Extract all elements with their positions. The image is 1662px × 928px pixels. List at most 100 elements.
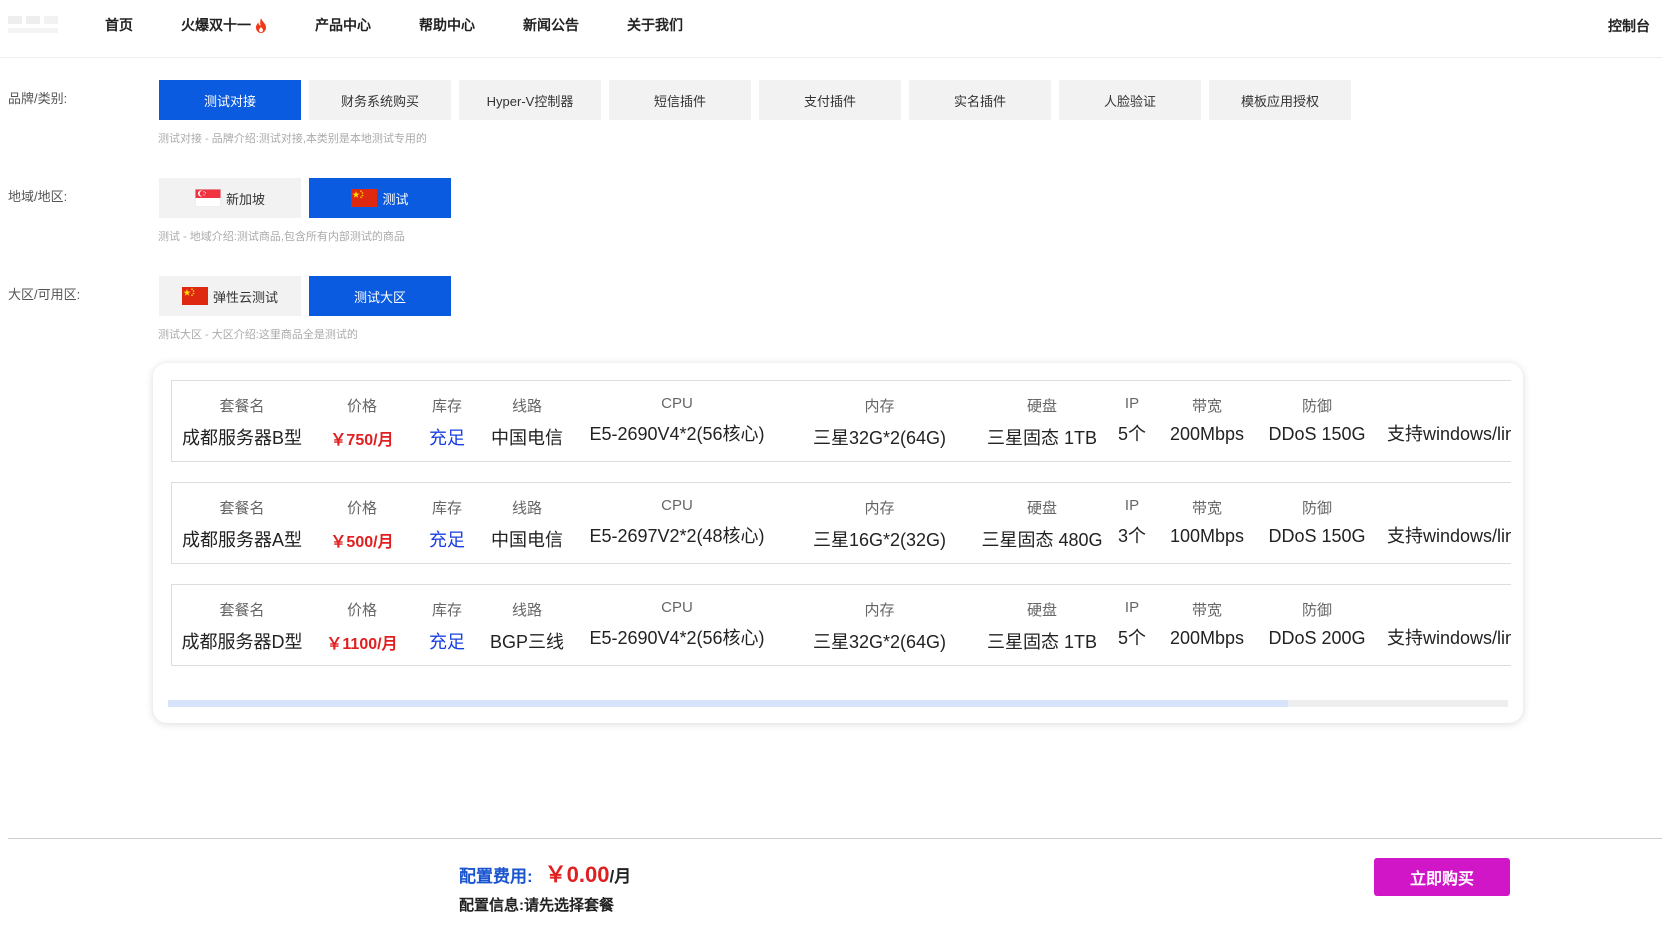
col-header: IP: [1124, 395, 1140, 412]
plan-stock: 充足: [429, 530, 465, 550]
nav-item-double-eleven[interactable]: 火爆双十一: [181, 15, 267, 35]
plan-ram: 三星32G*2(64G): [812, 632, 947, 652]
plan-stock: 充足: [429, 632, 465, 652]
nav-item-home[interactable]: 首页: [105, 15, 133, 35]
plan-cpu: E5-2697V2*2(48核心): [589, 526, 765, 546]
plan-col-os: 支持windows/linux: [1387, 585, 1511, 665]
nav-item-news[interactable]: 新闻公告: [523, 15, 579, 35]
col-header: 价格: [346, 398, 377, 415]
plan-ram: 三星16G*2(32G): [812, 530, 947, 550]
plan-ip: 3个: [1117, 526, 1146, 546]
plan-col-ddos: 防御 DDoS 200G: [1257, 585, 1377, 665]
singapore-flag-icon: [194, 189, 221, 207]
nav-item-label: 首页: [105, 17, 133, 33]
brand-options: 测试对接 财务系统购买 Hyper-V控制器 短信插件 支付插件 实名插件 人脸…: [159, 80, 1359, 120]
col-header: 防御: [1301, 398, 1332, 415]
brand-option-finance[interactable]: 财务系统购买: [309, 80, 451, 120]
plan-col-ram: 内存 三星16G*2(32G): [782, 483, 977, 563]
plan-price: ￥1100/月: [326, 636, 398, 653]
nav-item-products[interactable]: 产品中心: [315, 15, 371, 35]
region-description: 测试 - 地域介绍:测试商品,包含所有内部测试的商品: [158, 231, 405, 243]
plan-bandwidth: 200Mbps: [1169, 424, 1245, 444]
plan-col-os: 支持windows/linux: [1387, 483, 1511, 563]
plan-col-line: 线路 BGP三线: [482, 585, 572, 665]
order-summary-bar: 配置费用: ￥0.00 /月 配置信息:请先选择套餐 立即购买: [8, 838, 1662, 928]
col-header: 库存: [431, 602, 462, 619]
plan-col-os: 支持windows/linux: [1387, 381, 1511, 461]
zone-option-test-zone[interactable]: 测试大区: [309, 276, 451, 316]
plans-panel: 套餐名 成都服务器B型 价格 ￥750/月 库存 充足 线路 中国电信 CPU E5-26…: [153, 363, 1523, 723]
col-header: 价格: [346, 602, 377, 619]
plan-col-bandwidth: 带宽 200Mbps: [1157, 381, 1257, 461]
brand-description: 测试对接 - 品牌介绍:测试对接,本类别是本地测试专用的: [158, 133, 427, 145]
nav-item-label: 火爆双十一: [181, 17, 251, 33]
china-flag-icon: [351, 189, 378, 207]
cost-value: ￥0.00: [544, 862, 610, 887]
nav-item-about[interactable]: 关于我们: [627, 15, 683, 35]
plan-card[interactable]: 套餐名 成都服务器A型 价格 ￥500/月 库存 充足 线路 中国电信 CPU E5-26…: [171, 482, 1511, 564]
brand-option-hyperv[interactable]: Hyper-V控制器: [459, 80, 601, 120]
zone-label: 大区/可用区:: [8, 287, 81, 302]
console-link[interactable]: 控制台: [1608, 16, 1650, 36]
plan-disk: 三星固态 1TB: [986, 428, 1097, 448]
nav-item-label: 帮助中心: [419, 17, 475, 33]
brand-label: 品牌/类别:: [8, 91, 68, 106]
top-navbar: 首页 火爆双十一 产品中心 帮助中心 新闻公告 关于我们 控制台: [0, 0, 1662, 58]
buy-now-button[interactable]: 立即购买: [1374, 858, 1510, 896]
zone-option-label: 测试大区: [353, 289, 406, 305]
region-option-singapore[interactable]: 新加坡: [159, 178, 301, 218]
plan-ddos: DDoS 150G: [1268, 526, 1366, 546]
plan-ddos: DDoS 150G: [1268, 424, 1366, 444]
brand-option-realname[interactable]: 实名插件: [909, 80, 1051, 120]
plan-ram: 三星32G*2(64G): [812, 428, 947, 448]
col-header: CPU: [661, 497, 693, 514]
plan-col-ddos: 防御 DDoS 150G: [1257, 483, 1377, 563]
config-value: 请先选择套餐: [524, 897, 615, 914]
plan-price: ￥500/月: [330, 534, 394, 551]
plan-line: BGP三线: [489, 632, 564, 652]
plan-name: 成都服务器D型: [181, 632, 303, 652]
plan-os: 支持windows/linux: [1387, 628, 1511, 648]
brand-option-payment[interactable]: 支付插件: [759, 80, 901, 120]
zone-options: 弹性云测试 测试大区: [159, 276, 459, 316]
nav-item-help[interactable]: 帮助中心: [419, 15, 475, 35]
plan-col-name: 套餐名 成都服务器A型: [172, 483, 312, 563]
col-header: 套餐名: [219, 602, 265, 619]
col-header: 价格: [346, 500, 377, 517]
plan-ip: 5个: [1117, 628, 1146, 648]
brand-option-face[interactable]: 人脸验证: [1059, 80, 1201, 120]
horizontal-scrollbar[interactable]: [168, 700, 1508, 707]
col-header: 套餐名: [219, 398, 265, 415]
plan-name: 成都服务器B型: [181, 428, 302, 448]
plan-col-stock: 库存 充足: [412, 585, 482, 665]
brand-option-template[interactable]: 模板应用授权: [1209, 80, 1351, 120]
region-options: 新加坡 测试: [159, 178, 459, 218]
plan-col-bandwidth: 带宽 200Mbps: [1157, 585, 1257, 665]
plan-col-price: 价格 ￥500/月: [312, 483, 412, 563]
col-header: 库存: [431, 500, 462, 517]
scrollbar-thumb[interactable]: [168, 700, 1288, 707]
plan-card[interactable]: 套餐名 成都服务器B型 价格 ￥750/月 库存 充足 线路 中国电信 CPU E5-26…: [171, 380, 1511, 462]
col-header: 带宽: [1191, 500, 1222, 517]
plan-col-bandwidth: 带宽 100Mbps: [1157, 483, 1257, 563]
site-logo[interactable]: [6, 12, 62, 40]
config-info: 配置信息:请先选择套餐: [459, 894, 614, 915]
col-header: 内存: [864, 602, 895, 619]
plan-ddos: DDoS 200G: [1268, 628, 1366, 648]
brand-option-sms[interactable]: 短信插件: [609, 80, 751, 120]
plan-stock: 充足: [429, 428, 465, 448]
plan-col-ram: 内存 三星32G*2(64G): [782, 381, 977, 461]
plan-col-line: 线路 中国电信: [482, 381, 572, 461]
cost-unit: /月: [609, 867, 632, 886]
col-header: 套餐名: [219, 500, 265, 517]
plan-col-price: 价格 ￥750/月: [312, 381, 412, 461]
region-option-test[interactable]: 测试: [309, 178, 451, 218]
plan-card[interactable]: 套餐名 成都服务器D型 价格 ￥1100/月 库存 充足 线路 BGP三线 CPU E5-…: [171, 584, 1511, 666]
plan-line: 中国电信: [491, 530, 563, 550]
col-header: 带宽: [1191, 398, 1222, 415]
zone-option-elastic-cloud[interactable]: 弹性云测试: [159, 276, 301, 316]
col-header: CPU: [661, 395, 693, 412]
col-header: 硬盘: [1026, 602, 1057, 619]
brand-option-test[interactable]: 测试对接: [159, 80, 301, 120]
plan-col-disk: 硬盘 三星固态 1TB: [977, 381, 1107, 461]
